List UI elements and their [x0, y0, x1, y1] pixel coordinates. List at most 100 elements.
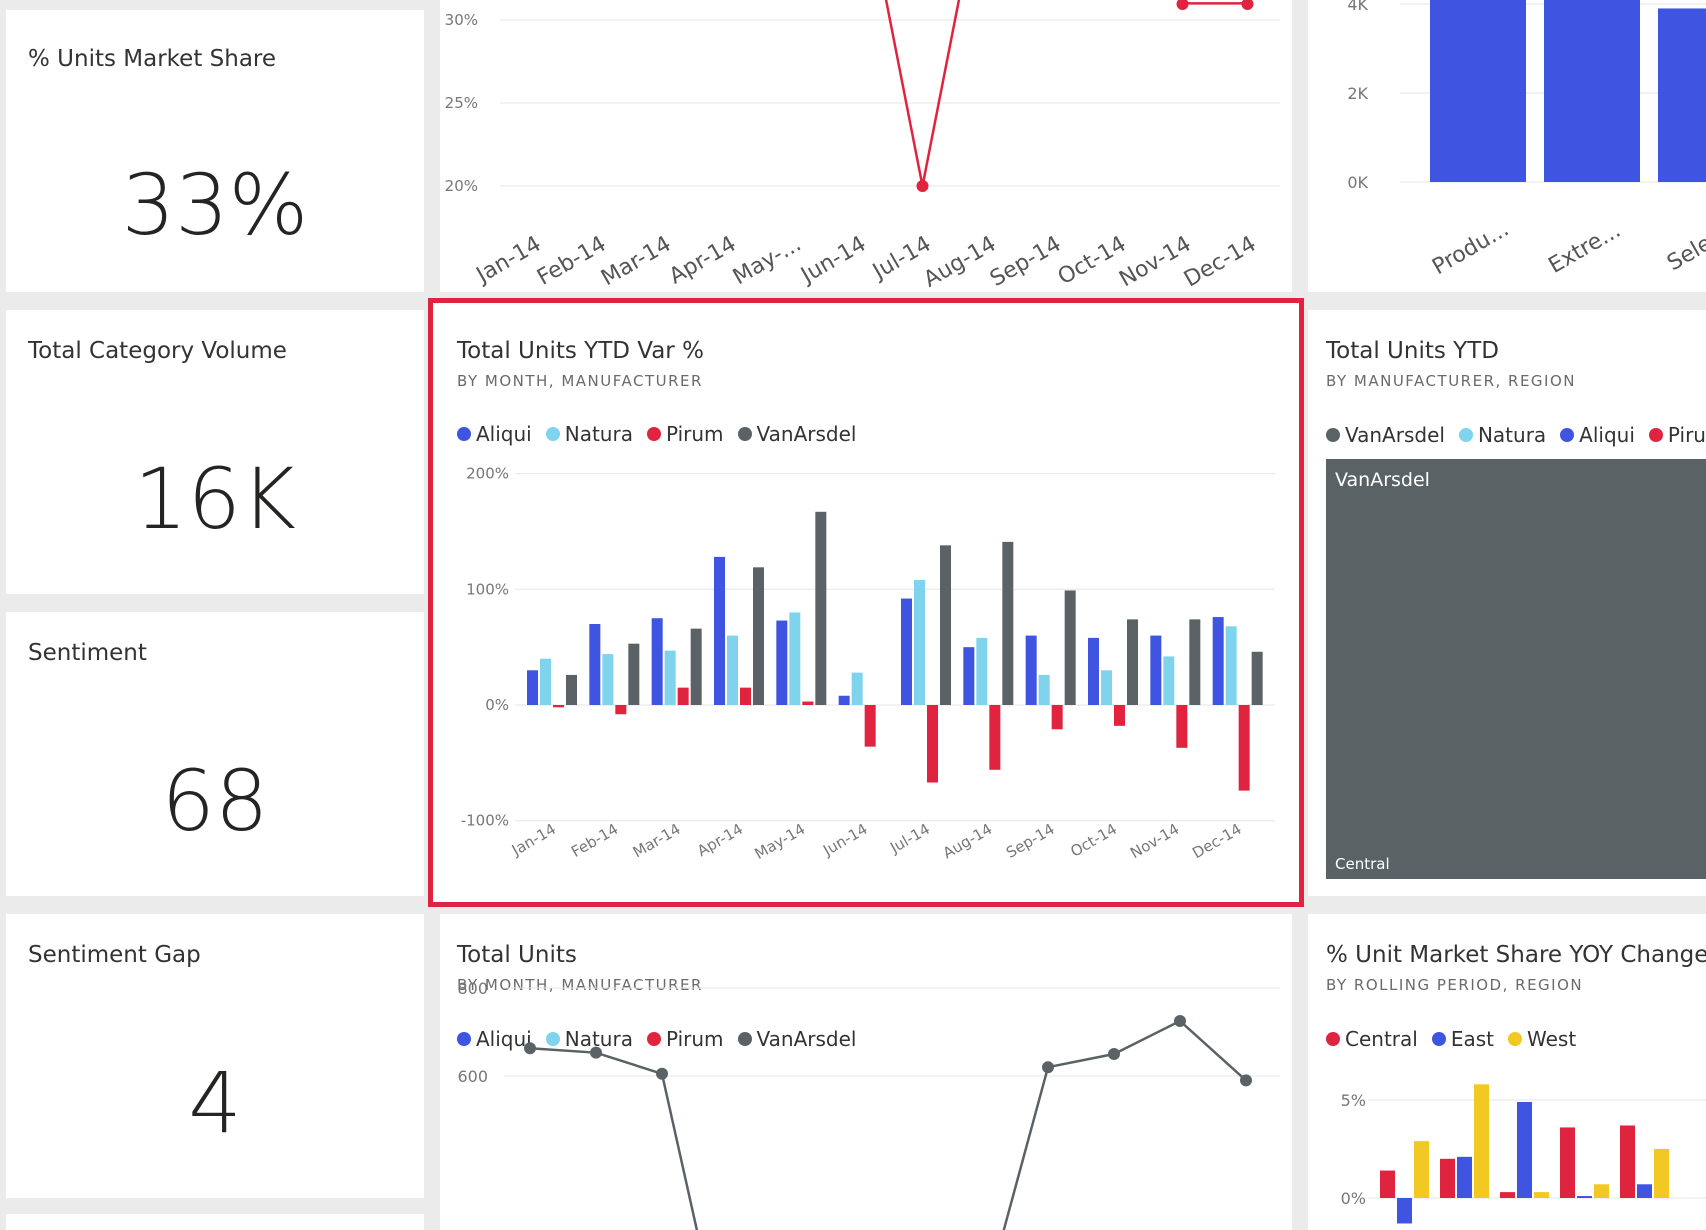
- bar-natura: [851, 672, 863, 705]
- x-tick-label: Jun-14: [795, 232, 870, 290]
- x-tick-label: May-...: [729, 232, 806, 291]
- data-point: [1176, 0, 1189, 10]
- bar-pirum: [740, 687, 751, 705]
- bar-pirum: [553, 705, 564, 708]
- data-point: [1240, 1074, 1252, 1087]
- bar-west: [1414, 1141, 1429, 1198]
- bar-vanarsdel: [1127, 619, 1138, 705]
- kpi-value: 68: [161, 752, 269, 850]
- bar-central: [1440, 1158, 1455, 1198]
- y-tick-label: 5%: [1341, 1091, 1366, 1110]
- bar-pirum: [927, 705, 938, 783]
- bar-vanarsdel: [690, 628, 702, 705]
- kpi-tile-partial[interactable]: [6, 1214, 424, 1230]
- bar-natura: [789, 612, 801, 705]
- y-tick-label: 0%: [485, 696, 509, 714]
- treemap-label: VanArsdel: [1335, 469, 1430, 491]
- legend-label: Natura: [1477, 423, 1547, 447]
- y-tick-label: 600: [457, 1067, 488, 1086]
- data-point: [916, 180, 929, 192]
- x-tick-label: Aug-14: [920, 232, 1001, 292]
- bar-aliqui: [527, 670, 538, 705]
- kpi-tile-sentiment-gap[interactable]: Sentiment Gap 4: [6, 914, 424, 1198]
- bar-natura: [1163, 656, 1175, 705]
- x-tick-label: May-14: [751, 820, 808, 863]
- top-bar-chart-tile[interactable]: 4K 2K 0K Produ... Extre... Select: [1308, 0, 1706, 292]
- bar-pirum: [677, 687, 689, 705]
- bar-aliqui: [589, 624, 601, 705]
- bar-aliqui: [714, 556, 725, 705]
- treemap-block-vanarsdel[interactable]: VanArsdel Central: [1326, 459, 1706, 879]
- bar-central: [1380, 1170, 1395, 1198]
- y-tick-label: -100%: [461, 812, 509, 830]
- y-tick-label: 100%: [466, 580, 509, 598]
- bar-natura: [540, 658, 551, 705]
- bar-pirum: [1051, 705, 1063, 730]
- top-line-chart: 30% 25% 20% Jan-14Feb-14Mar-14Apr-14May-...…: [445, 0, 1280, 292]
- data-point: [1241, 0, 1254, 10]
- legend-item-vanarsdel[interactable]: VanArsdel: [1326, 423, 1445, 447]
- bar-vanarsdel: [566, 674, 577, 705]
- y-tick-label: 0%: [1341, 1189, 1366, 1208]
- bar-vanarsdel: [628, 643, 640, 705]
- data-point: [590, 1046, 602, 1059]
- kpi-tile-category-volume[interactable]: Total Category Volume 16K: [6, 310, 424, 594]
- bar-pirum: [989, 705, 1001, 770]
- legend-item-aliqui[interactable]: Aliqui: [1560, 423, 1635, 447]
- bar-vanarsdel: [940, 545, 951, 705]
- x-tick-label: Oct-14: [1054, 232, 1131, 291]
- x-tick-label: Aug-14: [940, 820, 996, 862]
- bar-east: [1517, 1101, 1532, 1198]
- x-tick-label: Jan-14: [508, 820, 559, 860]
- series-line: [1002, 1019, 1247, 1230]
- bar-vanarsdel: [753, 567, 764, 705]
- kpi-title: Sentiment Gap: [28, 942, 201, 968]
- bar-vanarsdel: [1002, 541, 1014, 705]
- legend-dot: [1326, 428, 1340, 442]
- bar-aliqui: [901, 598, 912, 705]
- ytd-var-tile[interactable]: Total Units YTD Var % BY MONTH, MANUFACT…: [430, 300, 1302, 905]
- data-point: [1108, 1048, 1120, 1060]
- x-tick-label: Dec-14: [1189, 820, 1244, 862]
- kpi-value: 16K: [134, 450, 296, 548]
- top-line-chart-tile[interactable]: 30% 25% 20% Jan-14 Feb-14 Mar-14 Apr-14 May-...…: [440, 0, 1292, 292]
- bar-natura: [1101, 670, 1112, 705]
- yoy-change-tile[interactable]: % Unit Market Share YOY Change BY ROLLIN…: [1308, 914, 1706, 1230]
- bar-aliqui: [1088, 637, 1099, 705]
- total-units-tile[interactable]: Total Units BY MONTH, MANUFACTURER Aliqu…: [440, 914, 1292, 1230]
- legend-item-pirum[interactable]: Pirum: [1648, 423, 1706, 447]
- x-tick-label: Extre...: [1544, 218, 1625, 279]
- bar-aliqui: [963, 647, 975, 705]
- ytd-var-chart: 200% 100% 0% -100% Jan-14 Feb-14 Mar-14 Apr-14 M…: [461, 465, 1275, 863]
- yoy-chart: 5% 0%: [1341, 1084, 1706, 1224]
- bar-pirum: [1238, 705, 1250, 791]
- total-units-chart: 800 600: [457, 979, 1280, 1230]
- kpi-tile-market-share[interactable]: % Units Market Share 33%: [6, 10, 424, 292]
- top-bar-chart: 4K 2K 0K Produ... Extre... Select: [1347, 0, 1706, 280]
- y-tick-label: 20%: [445, 177, 478, 195]
- kpi-tile-sentiment[interactable]: Sentiment 68: [6, 612, 424, 896]
- y-tick-label: 200%: [466, 465, 509, 483]
- bar-east: [1397, 1198, 1412, 1224]
- bar-central: [1560, 1127, 1575, 1198]
- kpi-value: 4: [188, 1054, 242, 1152]
- x-tick-label: Sep-14: [986, 232, 1066, 292]
- bar: [1430, 0, 1526, 182]
- ytd-units-tile[interactable]: Total Units YTD BY MANUFACTURER, REGION …: [1308, 310, 1706, 896]
- x-tick-label: Feb-14: [533, 232, 610, 291]
- y-tick-label: 30%: [445, 11, 478, 29]
- legend-item-natura[interactable]: Natura: [1458, 423, 1547, 447]
- x-tick-label: Jun-14: [819, 820, 870, 860]
- x-tick-label: Mar-14: [630, 820, 684, 862]
- bar-east: [1637, 1184, 1652, 1198]
- bar-vanarsdel: [815, 511, 827, 705]
- kpi-title: % Units Market Share: [28, 46, 277, 72]
- x-tick-label: Apr-14: [694, 820, 746, 860]
- kpi-value: 33%: [121, 156, 309, 254]
- bar-west: [1474, 1084, 1489, 1198]
- bar-natura: [1225, 626, 1237, 705]
- x-tick-label: Oct-14: [1067, 820, 1120, 861]
- x-tick-label: Sep-14: [1003, 820, 1058, 862]
- bar-natura: [727, 635, 738, 705]
- treemap-sublabel: Central: [1335, 855, 1390, 873]
